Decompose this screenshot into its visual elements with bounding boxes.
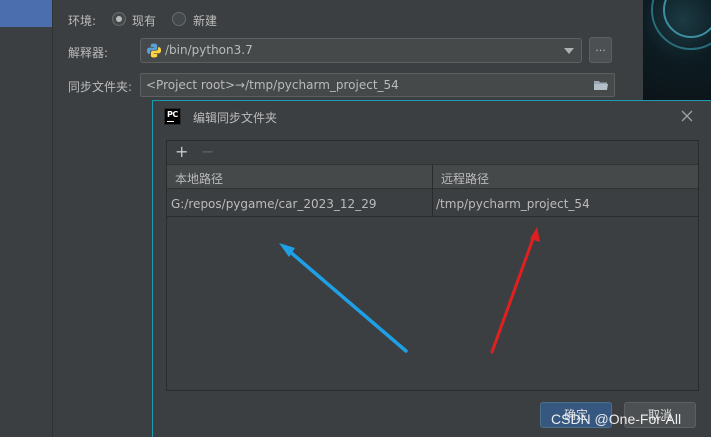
radio-new[interactable] [172, 12, 186, 26]
table-empty-area [167, 218, 698, 390]
add-icon[interactable]: + [175, 142, 188, 161]
table-toolbar: + − [167, 141, 698, 165]
sync-folder-value: <Project root>→/tmp/pycharm_project_54 [146, 78, 399, 92]
local-path-cell[interactable]: G:/repos/pygame/car_2023_12_29 [171, 197, 376, 211]
browse-interpreter-button[interactable]: ... [589, 37, 612, 63]
interpreter-dropdown[interactable]: /bin/python3.7 [140, 38, 582, 63]
column-header-remote[interactable]: 远程路径 [441, 170, 489, 187]
sidebar-divider [52, 0, 53, 437]
background-decoration [643, 0, 711, 100]
python-icon [147, 43, 161, 58]
sync-folder-field[interactable]: <Project root>→/tmp/pycharm_project_54 [140, 73, 615, 97]
interpreter-label: 解释器: [68, 46, 109, 60]
sync-folders-table: + − 本地路径 远程路径 G:/repos/pygame/car_2023_1… [166, 140, 699, 391]
radio-existing[interactable] [112, 12, 126, 26]
pycharm-logo-icon: PC [164, 108, 181, 125]
watermark: CSDN @One-For-All [551, 411, 682, 427]
radio-new-label[interactable]: 新建 [193, 12, 217, 29]
dialog-titlebar[interactable]: PC 编辑同步文件夹 [153, 101, 711, 132]
column-header-local[interactable]: 本地路径 [175, 170, 223, 187]
remote-path-cell[interactable]: /tmp/pycharm_project_54 [436, 197, 590, 211]
settings-sidebar [0, 0, 52, 437]
radio-existing-label[interactable]: 现有 [132, 12, 156, 29]
environment-label: 环境: [68, 14, 97, 28]
interpreter-value: /bin/python3.7 [165, 43, 253, 57]
chevron-down-icon[interactable] [564, 48, 574, 54]
dialog-title: 编辑同步文件夹 [193, 111, 278, 125]
sync-folder-label: 同步文件夹: [68, 80, 133, 94]
folder-icon[interactable] [594, 80, 608, 91]
edit-sync-folders-dialog: PC 编辑同步文件夹 + − 本地路径 远程路径 G:/repos/pygame… [152, 100, 711, 437]
column-divider [432, 165, 433, 217]
close-icon[interactable] [681, 110, 693, 122]
remove-icon[interactable]: − [201, 142, 214, 161]
sidebar-selected-item[interactable] [0, 0, 52, 27]
